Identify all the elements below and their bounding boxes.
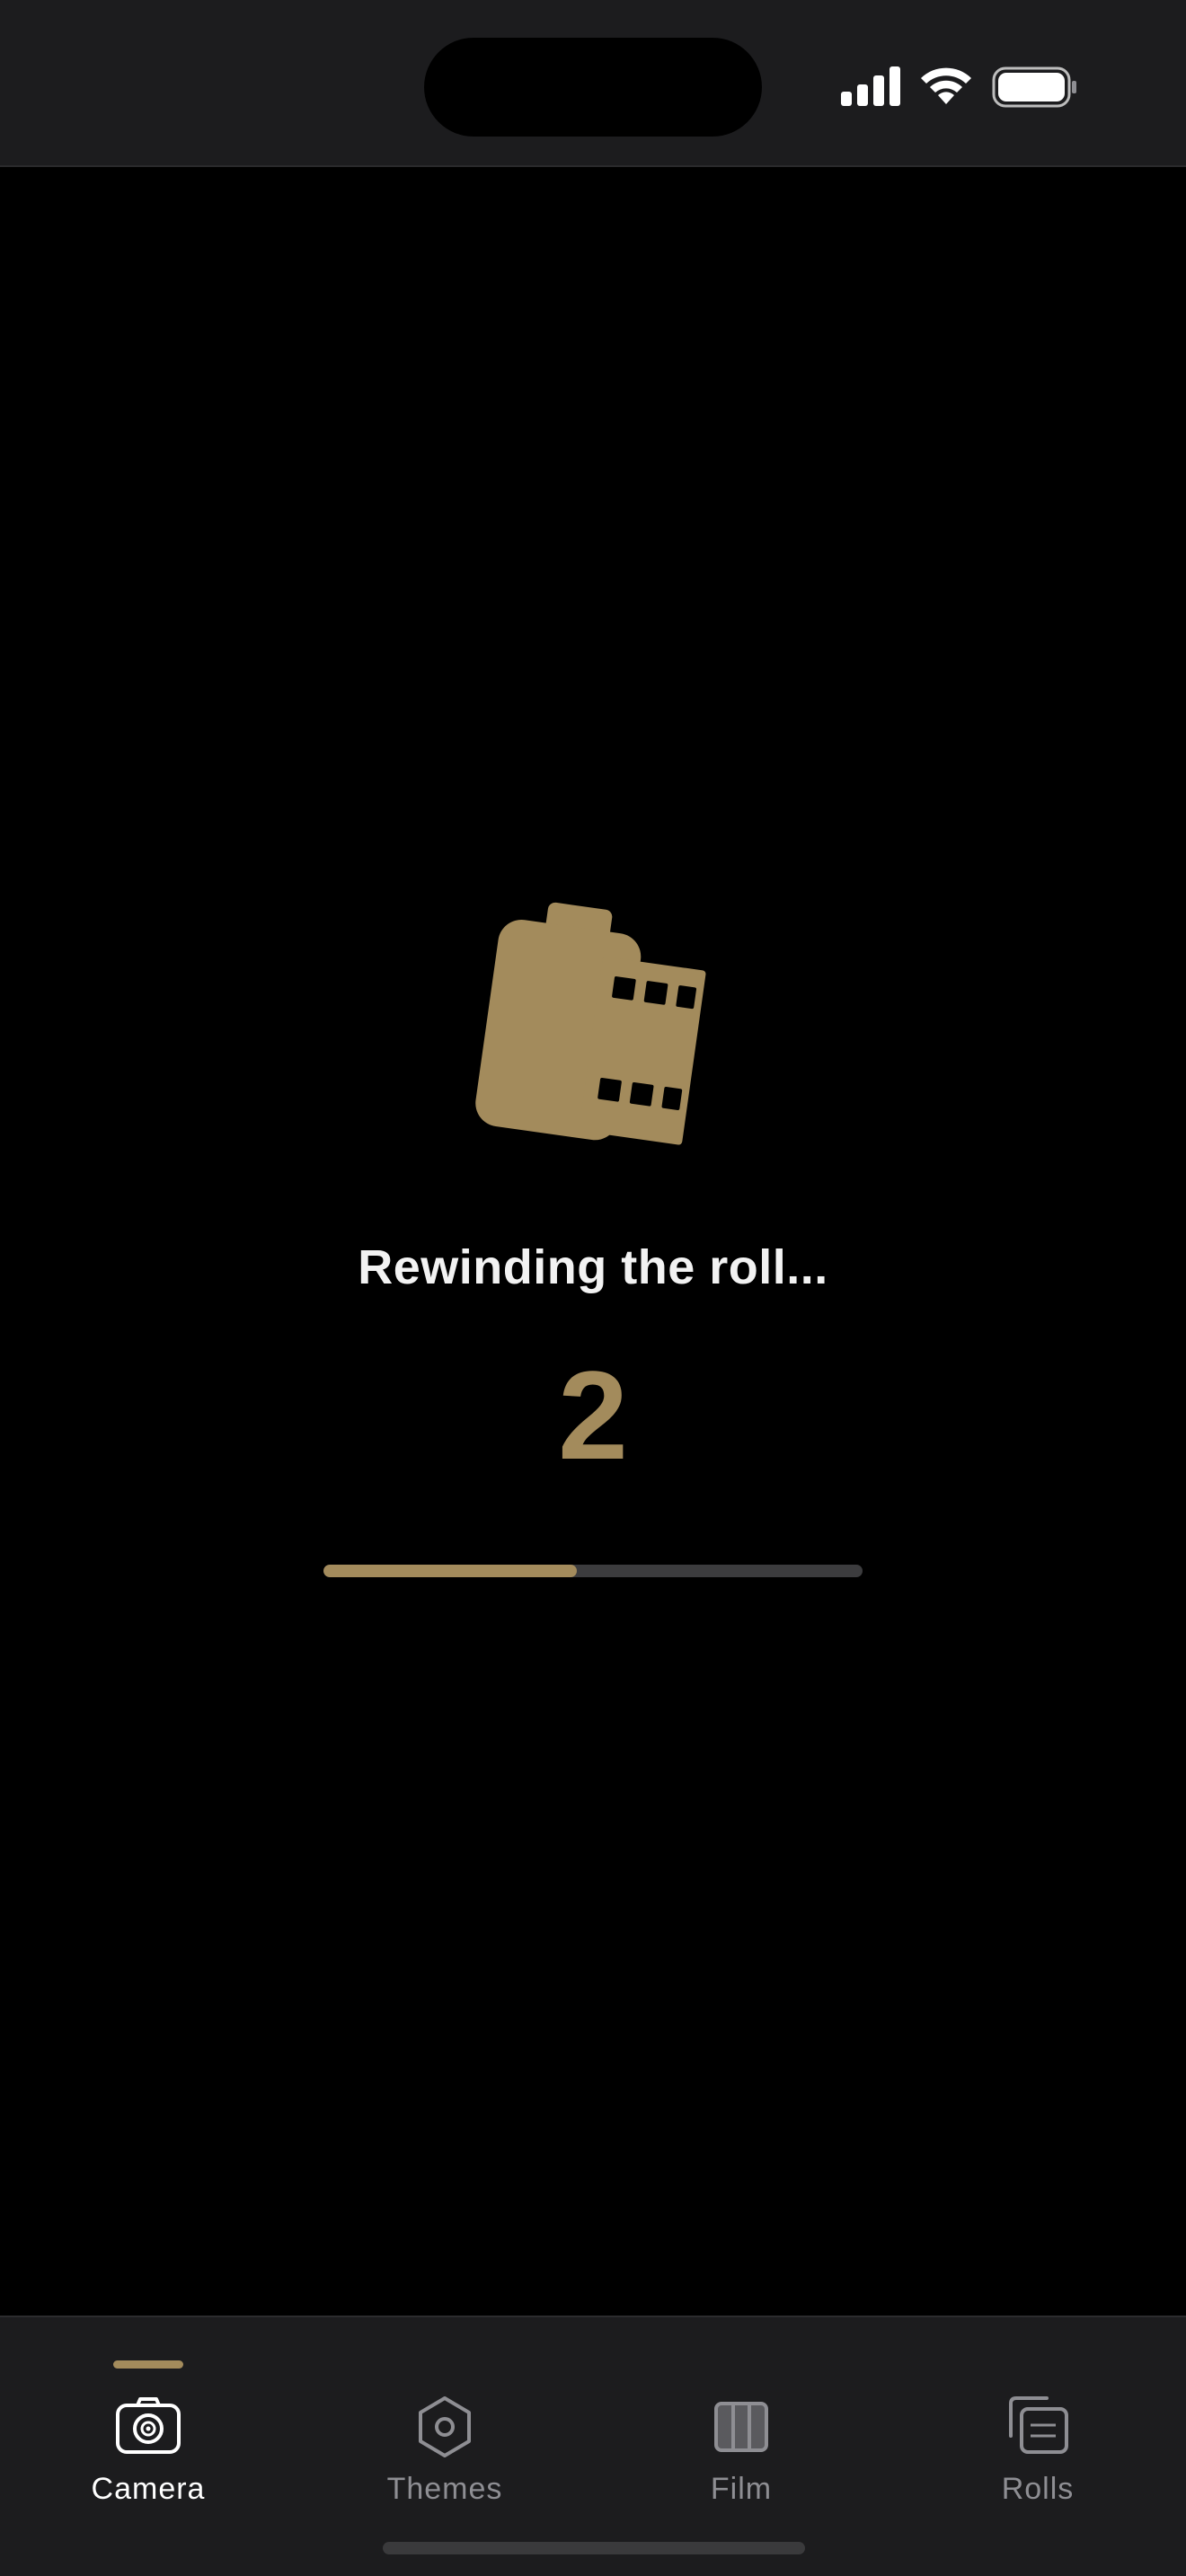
countdown-number: 2 bbox=[558, 1345, 628, 1486]
tab-camera[interactable]: Camera bbox=[0, 2317, 296, 2515]
film-canister-icon bbox=[475, 902, 706, 1145]
battery-icon bbox=[992, 66, 1076, 108]
screen: Rewinding the roll... 2 Camera Themes Fi… bbox=[0, 0, 1186, 2576]
rewind-progress-fill bbox=[323, 1565, 577, 1577]
tab-label-film: Film bbox=[710, 2472, 773, 2506]
camera-icon bbox=[116, 2397, 181, 2454]
tab-themes[interactable]: Themes bbox=[296, 2317, 593, 2515]
hexagon-icon bbox=[419, 2396, 471, 2457]
tab-label-camera: Camera bbox=[91, 2472, 206, 2506]
dynamic-island bbox=[424, 38, 762, 137]
home-indicator bbox=[383, 2542, 805, 2554]
rewinding-status-text: Rewinding the roll... bbox=[358, 1240, 828, 1294]
status-bar bbox=[0, 0, 1186, 167]
tab-label-themes: Themes bbox=[386, 2472, 503, 2506]
rolls-icon bbox=[1009, 2396, 1068, 2454]
film-icon bbox=[714, 2402, 768, 2452]
active-tab-indicator bbox=[113, 2360, 183, 2369]
tab-film[interactable]: Film bbox=[593, 2317, 890, 2515]
tab-rolls[interactable]: Rolls bbox=[890, 2317, 1186, 2515]
tab-bar: Camera Themes Film Rolls bbox=[0, 2316, 1186, 2576]
rewind-progress-bar bbox=[323, 1565, 863, 1577]
tab-label-rolls: Rolls bbox=[1001, 2472, 1075, 2506]
cellular-signal-icon bbox=[841, 66, 900, 106]
wifi-icon bbox=[921, 67, 971, 104]
